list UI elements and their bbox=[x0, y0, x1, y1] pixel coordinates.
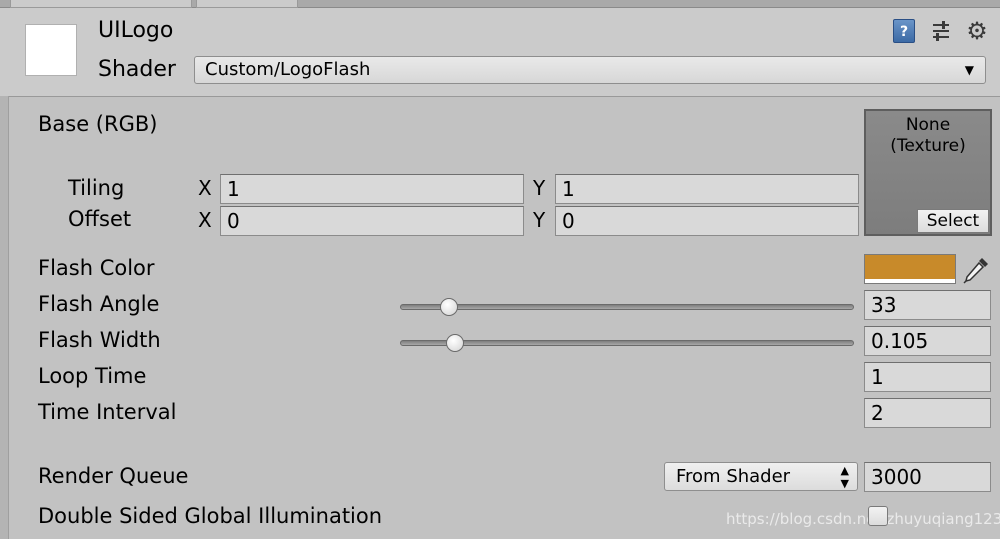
material-preview bbox=[25, 24, 77, 76]
texture-slot[interactable]: None (Texture) Select bbox=[864, 109, 992, 236]
loop-time-label: Loop Time bbox=[38, 364, 147, 388]
eyedropper-icon[interactable] bbox=[960, 254, 992, 286]
flash-color-label: Flash Color bbox=[38, 256, 155, 280]
offset-y-field[interactable]: 0 bbox=[555, 206, 859, 236]
material-name: UILogo bbox=[98, 18, 174, 43]
render-queue-field[interactable]: 3000 bbox=[864, 462, 991, 492]
shader-dropdown[interactable]: Custom/LogoFlash ▼ bbox=[194, 56, 986, 84]
tab-strip bbox=[0, 0, 1000, 8]
flash-angle-slider-track[interactable] bbox=[400, 304, 854, 310]
flash-angle-label: Flash Angle bbox=[38, 292, 160, 316]
loop-time-field[interactable]: 1 bbox=[864, 362, 991, 392]
flash-angle-field[interactable]: 33 bbox=[864, 290, 991, 320]
presets-icon[interactable] bbox=[928, 18, 954, 44]
offset-x-field[interactable]: 0 bbox=[220, 206, 524, 236]
flash-width-field[interactable]: 0.105 bbox=[864, 326, 991, 356]
time-interval-label: Time Interval bbox=[38, 400, 177, 424]
render-queue-label: Render Queue bbox=[38, 464, 189, 488]
flash-color-fill bbox=[865, 255, 955, 279]
offset-x-label: X bbox=[198, 208, 212, 232]
texture-type-text: (Texture) bbox=[890, 136, 966, 156]
left-edge bbox=[0, 96, 9, 539]
help-book-icon[interactable]: ? bbox=[891, 18, 917, 44]
flash-width-label: Flash Width bbox=[38, 328, 161, 352]
tiling-x-field[interactable]: 1 bbox=[220, 174, 524, 204]
flash-width-slider-track[interactable] bbox=[400, 340, 854, 346]
dsgi-label: Double Sided Global Illumination bbox=[38, 504, 383, 528]
tab-inspector[interactable] bbox=[10, 0, 192, 8]
watermark-text: https://blog.csdn.net/zhuyuqiang1238 bbox=[726, 510, 1000, 528]
offset-y-label: Y bbox=[533, 208, 546, 232]
texture-select-button[interactable]: Select bbox=[917, 209, 989, 233]
shader-dropdown-value: Custom/LogoFlash bbox=[205, 59, 371, 80]
dsgi-checkbox[interactable] bbox=[868, 506, 888, 526]
base-label: Base (RGB) bbox=[38, 112, 158, 136]
flash-color-swatch[interactable] bbox=[864, 254, 956, 284]
gear-icon[interactable]: ⚙ bbox=[964, 17, 990, 45]
shader-label: Shader bbox=[98, 57, 176, 82]
texture-none-text: None bbox=[905, 115, 951, 135]
tiling-x-label: X bbox=[198, 176, 212, 200]
offset-label: Offset bbox=[68, 207, 132, 231]
tiling-y-field[interactable]: 1 bbox=[555, 174, 859, 204]
render-queue-mode: From Shader bbox=[676, 466, 791, 487]
render-queue-dropdown[interactable]: From Shader ▲ ▼ bbox=[664, 462, 858, 491]
updown-arrow-icon: ▲ ▼ bbox=[840, 464, 849, 490]
flash-width-slider-thumb[interactable] bbox=[445, 334, 464, 352]
flash-angle-slider-thumb[interactable] bbox=[439, 298, 458, 316]
tiling-label: Tiling bbox=[68, 176, 125, 200]
time-interval-field[interactable]: 2 bbox=[864, 398, 991, 428]
tab-other[interactable] bbox=[196, 0, 298, 8]
tiling-y-label: Y bbox=[533, 176, 546, 200]
dropdown-arrow-icon: ▼ bbox=[964, 63, 974, 77]
